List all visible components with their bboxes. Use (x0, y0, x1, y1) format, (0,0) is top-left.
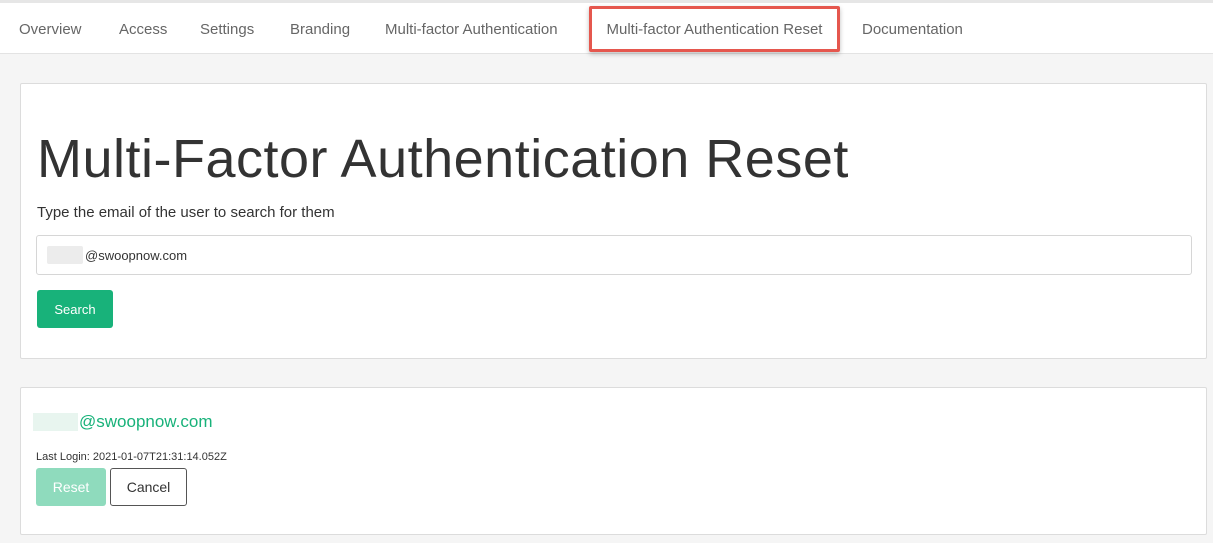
page-title: Multi-Factor Authentication Reset (37, 129, 849, 189)
tab-overview[interactable]: Overview (19, 6, 82, 52)
email-input-value: @swoopnow.com (85, 247, 188, 263)
user-email: @swoopnow.com (33, 412, 213, 432)
reset-button[interactable]: Reset (36, 468, 106, 506)
user-result-card: @swoopnow.com Last Login: 2021-01-07T21:… (20, 387, 1207, 535)
tab-settings[interactable]: Settings (200, 6, 254, 52)
tab-documentation[interactable]: Documentation (862, 6, 963, 52)
cancel-button[interactable]: Cancel (110, 468, 187, 506)
tab-bar: Overview Access Settings Branding Multi-… (0, 0, 1213, 54)
search-button[interactable]: Search (37, 290, 113, 328)
search-prompt: Type the email of the user to search for… (37, 204, 335, 221)
redacted-text (47, 246, 83, 264)
redacted-text (33, 413, 78, 431)
tab-multi-factor-authentication-reset[interactable]: Multi-factor Authentication Reset (589, 6, 840, 52)
last-login: Last Login: 2021-01-07T21:31:14.052Z (36, 451, 227, 463)
email-search-input[interactable]: @swoopnow.com (36, 235, 1192, 275)
search-card: Multi-Factor Authentication Reset Type t… (20, 83, 1207, 359)
user-email-text: @swoopnow.com (79, 412, 213, 431)
tab-branding[interactable]: Branding (290, 6, 350, 52)
tab-multi-factor-authentication[interactable]: Multi-factor Authentication (385, 6, 558, 52)
tab-access[interactable]: Access (119, 6, 167, 52)
